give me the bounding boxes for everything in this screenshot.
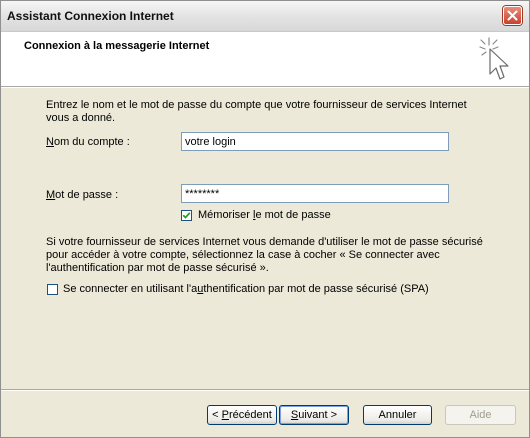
back-button[interactable]: < Précédent <box>207 405 277 425</box>
window-title: Assistant Connexion Internet <box>7 9 174 23</box>
wizard-header: Connexion à la messagerie Internet <box>1 32 529 87</box>
spa-label-pre: Se connecter en utilisant l'a <box>63 283 198 295</box>
spa-label[interactable]: Se connecter en utilisant l'authentifica… <box>63 283 429 296</box>
intro-text-2: vous a donné. <box>46 112 116 124</box>
password-label-key: M <box>46 189 56 201</box>
account-label-rest: om du compte : <box>53 136 130 148</box>
intro-text-1: Entrez le nom et le mot de passe du comp… <box>46 99 467 111</box>
password-label-rest: ot de passe : <box>55 189 119 201</box>
remember-password-label[interactable]: Mémoriser le mot de passe <box>198 209 331 222</box>
password-input[interactable] <box>181 184 449 203</box>
wizard-cursor-icon <box>479 37 509 80</box>
title-bar[interactable]: Assistant Connexion Internet <box>1 1 529 32</box>
footer-divider <box>1 389 529 391</box>
back-button-key: P <box>221 409 229 421</box>
next-button[interactable]: Suivant > <box>279 405 349 425</box>
checkmark-icon <box>182 212 191 219</box>
header-divider <box>1 87 529 88</box>
account-name-input[interactable] <box>181 132 449 151</box>
spa-info-text-2: pour accéder à votre compte, sélectionne… <box>46 249 440 261</box>
remember-label-post: e mot de passe <box>255 209 331 221</box>
password-label: Mot de passe : <box>46 189 118 202</box>
help-button[interactable]: Aide <box>445 405 516 425</box>
remember-password-checkbox[interactable] <box>181 210 192 221</box>
back-button-pre: < <box>212 409 222 421</box>
cancel-button[interactable]: Annuler <box>363 405 432 425</box>
account-label: Nom du compte : <box>46 136 130 149</box>
spa-info-text-3: l'authentification par mot de passe sécu… <box>46 262 269 274</box>
spa-label-post: thentification par mot de passe sécurisé… <box>203 283 429 295</box>
remember-label-pre: Mémoriser <box>198 209 254 221</box>
spa-checkbox[interactable] <box>47 284 58 295</box>
wizard-window: Assistant Connexion Internet Connexion à… <box>0 0 530 438</box>
close-button[interactable] <box>503 6 522 25</box>
close-icon <box>507 10 518 21</box>
next-button-post: uivant > <box>298 409 338 421</box>
back-button-post: récédent <box>229 409 272 421</box>
page-title: Connexion à la messagerie Internet <box>24 40 210 52</box>
account-label-key: N <box>46 136 54 148</box>
spa-info-text-1: Si votre fournisseur de services Interne… <box>46 236 483 248</box>
